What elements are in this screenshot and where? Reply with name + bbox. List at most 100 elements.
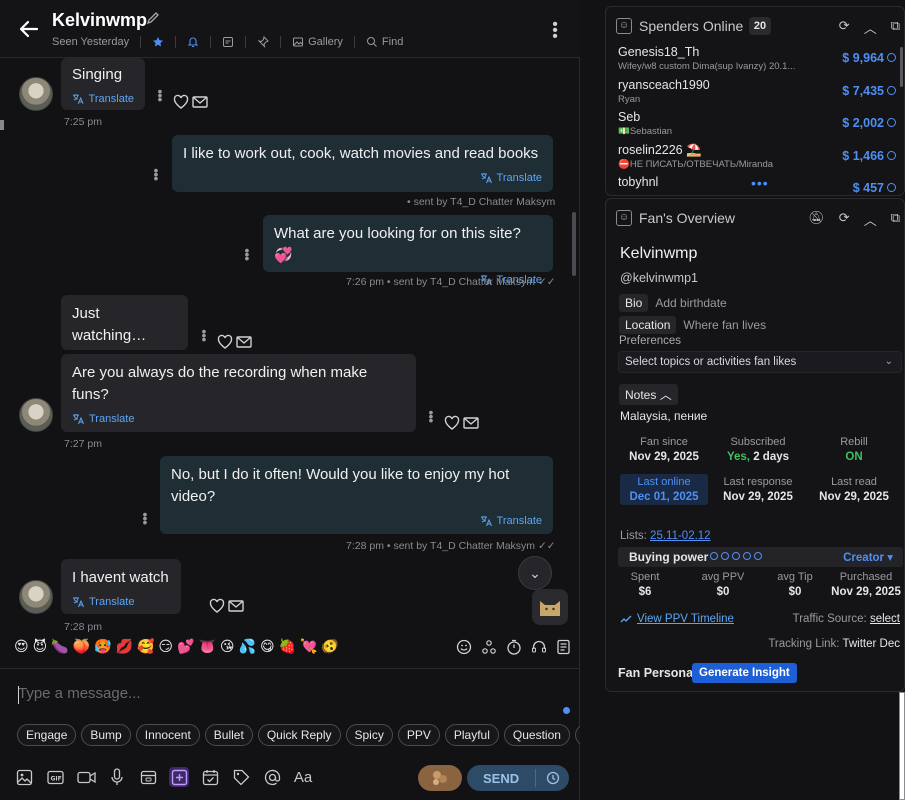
reply-mail-icon[interactable] <box>463 415 481 431</box>
ai-media-icon[interactable] <box>169 767 189 787</box>
quick-emoji[interactable]: 🍓 <box>279 638 296 655</box>
quick-emoji[interactable]: 😏 <box>158 638 173 655</box>
translate-link[interactable]: Translate <box>171 510 542 532</box>
more-dots-icon[interactable]: ••• <box>751 175 769 191</box>
quick-emoji[interactable]: 💦 <box>239 638 256 655</box>
bio-row[interactable]: Bio Add birthdate <box>619 294 727 312</box>
chat-scrollbar[interactable] <box>572 212 576 276</box>
message-list[interactable]: Singing Translate • • • 7:25 pm I like to … <box>0 58 580 633</box>
heart-icon[interactable] <box>217 334 233 350</box>
quick-emoji[interactable]: 😘 <box>220 638 235 655</box>
preferences-select[interactable]: Select topics or activities fan likes ⌄ <box>618 351 902 373</box>
quick-emoji[interactable]: 👅 <box>198 638 215 655</box>
quick-reply-chip[interactable]: Engage <box>17 724 77 746</box>
mention-at-icon[interactable] <box>262 767 282 787</box>
video-camera-icon[interactable] <box>76 767 96 787</box>
heart-icon[interactable] <box>209 598 225 614</box>
quick-reply-chip[interactable]: Spicy <box>345 724 393 746</box>
spender-row[interactable]: ryansceach1990 Ryan $ 7,435 <box>618 78 898 110</box>
heart-icon[interactable] <box>444 415 460 431</box>
refresh-icon[interactable]: ⟳ <box>839 210 850 229</box>
send-button[interactable]: SEND <box>467 765 569 791</box>
translate-link[interactable]: Translate <box>72 88 134 110</box>
refresh-icon[interactable]: ⟳ <box>839 18 850 37</box>
bell-icon[interactable] <box>187 36 199 48</box>
quick-emoji[interactable]: 😋 <box>260 638 275 655</box>
pin-icon[interactable] <box>257 36 269 48</box>
heart-icon[interactable] <box>173 94 189 110</box>
quick-emoji[interactable]: 💕 <box>177 638 194 655</box>
smiley-icon[interactable] <box>456 639 472 655</box>
quick-emoji[interactable]: 🍑 <box>73 638 90 655</box>
message-menu-kebab-icon[interactable]: • • • <box>200 324 208 346</box>
spender-row[interactable]: Seb 💵Sebastian $ 2,002 <box>618 110 898 142</box>
gallery-button[interactable]: Gallery <box>292 36 343 48</box>
collapse-chevron-icon[interactable]: ︿ <box>864 18 877 37</box>
quick-reply-chip[interactable]: Playful <box>444 724 499 746</box>
quick-reply-chip[interactable]: Question <box>503 724 570 746</box>
schedule-clock-icon[interactable] <box>546 771 560 785</box>
translate-link[interactable]: Translate <box>72 408 405 430</box>
message-menu-kebab-icon[interactable]: • • • <box>427 405 435 427</box>
star-icon[interactable] <box>152 36 164 48</box>
buying-power-tier-select[interactable]: Creator ▾ <box>843 550 893 564</box>
quick-reply-chip[interactable]: Innocent <box>135 724 200 746</box>
quick-reply-chip[interactable]: Bump <box>81 724 131 746</box>
back-arrow-icon[interactable] <box>18 18 44 44</box>
message-menu-kebab-icon[interactable]: • • • <box>141 507 149 529</box>
fan-avatar[interactable] <box>19 580 53 614</box>
notes-toggle[interactable]: Notes ︿ <box>619 384 678 405</box>
headset-icon[interactable] <box>531 639 547 655</box>
note-icon[interactable] <box>222 36 234 48</box>
list-link[interactable]: 25.11-02.12 <box>650 530 711 542</box>
cat-widget-icon[interactable] <box>532 589 568 625</box>
message-menu-kebab-icon[interactable]: • • • <box>152 163 160 185</box>
quick-reply-chip[interactable]: PPV <box>397 724 440 746</box>
location-row[interactable]: Location Where fan lives <box>619 316 766 334</box>
scroll-to-bottom-chevron-icon[interactable]: ⌄ <box>518 556 552 590</box>
message-bubble[interactable]: I havent watch Translate <box>61 559 181 614</box>
text-format-icon[interactable]: Aa <box>293 767 313 787</box>
spenders-scrollbar[interactable] <box>900 47 903 87</box>
vault-icon[interactable] <box>138 767 158 787</box>
translate-link[interactable]: Translate <box>72 591 170 613</box>
translate-link[interactable]: Translate <box>183 167 542 189</box>
notes-text[interactable]: Malaysia, пение <box>620 409 707 423</box>
quick-reply-chip[interactable]: Upsell <box>574 724 580 746</box>
message-bubble[interactable]: No, but I do it often! Would you like to… <box>160 456 553 534</box>
message-bubble[interactable]: Just watching… Translate <box>61 295 188 366</box>
fan-avatar[interactable] <box>19 398 53 432</box>
script-notes-icon[interactable] <box>556 639 572 655</box>
message-menu-kebab-icon[interactable]: • • • <box>243 243 251 265</box>
find-button[interactable]: Find <box>366 36 403 48</box>
microphone-icon[interactable] <box>107 767 127 787</box>
generate-insight-button[interactable]: Generate Insight <box>692 663 797 683</box>
spender-row[interactable]: Genesis18_Th Wifey/w8 custom Dima(sup Iva… <box>618 45 898 77</box>
calendar-check-icon[interactable] <box>200 767 220 787</box>
quick-emoji[interactable]: 🥵 <box>94 638 111 655</box>
timer-icon[interactable] <box>506 639 522 655</box>
ppv-timeline-link[interactable]: View PPV Timeline <box>620 613 734 625</box>
quick-emoji[interactable]: 🍆 <box>51 638 68 655</box>
reply-mail-icon[interactable] <box>228 598 246 614</box>
fan-avatar[interactable] <box>19 77 53 111</box>
traffic-source-select[interactable]: select <box>870 613 900 625</box>
image-upload-icon[interactable] <box>14 767 34 787</box>
mute-bell-icon[interactable]: 🔕︎ <box>808 210 825 229</box>
quick-emoji[interactable]: 😈 <box>33 638 48 655</box>
ai-assist-button[interactable] <box>418 765 462 791</box>
share-nodes-icon[interactable] <box>481 639 497 655</box>
popout-icon[interactable]: ⧉ <box>891 210 900 229</box>
gif-icon[interactable]: GIF <box>45 767 65 787</box>
price-tag-icon[interactable] <box>231 767 251 787</box>
message-input[interactable] <box>18 685 558 702</box>
popout-icon[interactable]: ⧉ <box>891 18 900 37</box>
quick-reply-chip[interactable]: Quick Reply <box>257 724 341 746</box>
quick-emoji[interactable]: 💋 <box>116 638 133 655</box>
reply-mail-icon[interactable] <box>236 334 254 350</box>
quick-emoji[interactable]: 🥰 <box>137 638 154 655</box>
message-bubble[interactable]: What are you looking for on this site? 💞… <box>263 215 553 286</box>
quick-emoji[interactable]: 😍 <box>14 638 29 655</box>
message-bubble[interactable]: Singing Translate <box>61 58 145 110</box>
quick-emoji[interactable]: 💘 <box>300 638 317 655</box>
